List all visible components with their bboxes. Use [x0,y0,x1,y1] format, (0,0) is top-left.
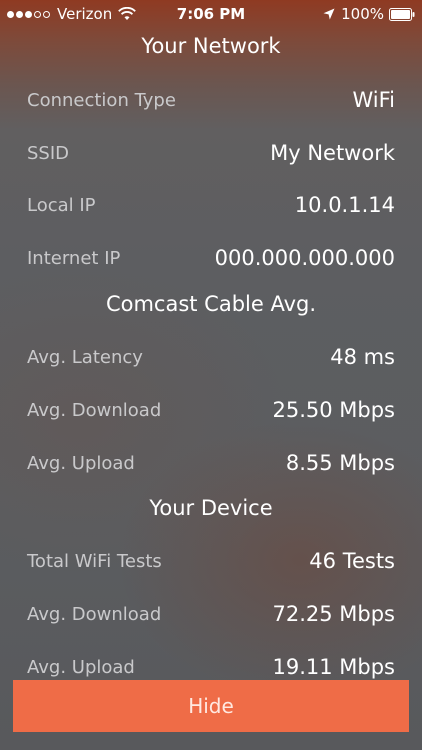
row-label: Avg. Download [27,603,162,625]
row-value: 72.25 Mbps [272,602,395,626]
row-value: 000.000.000.000 [214,246,395,270]
row-label: Avg. Upload [27,452,135,474]
row-label: Internet IP [27,247,121,269]
row-label: Connection Type [27,89,176,111]
row-label: Local IP [27,194,96,216]
row-label: Avg. Upload [27,656,135,678]
row-value: 10.0.1.14 [294,193,395,217]
network-info-screen: Verizon 7:06 PM 100% Your Network Connec… [0,0,422,750]
row-label: SSID [27,142,70,164]
row-value: 19.11 Mbps [272,655,395,679]
row-local-ip: Local IP 10.0.1.14 [27,189,395,221]
row-value: My Network [270,141,395,165]
row-device-download: Avg. Download 72.25 Mbps [27,598,395,630]
row-comcast-download: Avg. Download 25.50 Mbps [27,394,395,426]
row-value: 48 ms [330,345,395,369]
row-internet-ip: Internet IP 000.000.000.000 [27,242,395,274]
row-label: Avg. Download [27,399,162,421]
section-title-your-device: Your Device [149,496,273,520]
hide-button-label: Hide [188,694,234,718]
row-value: WiFi [352,88,395,112]
location-arrow-icon [323,8,335,20]
row-label: Total WiFi Tests [27,550,162,572]
status-right-group: 100% [323,5,415,23]
status-bar: Verizon 7:06 PM 100% [0,0,422,28]
row-comcast-upload: Avg. Upload 8.55 Mbps [27,447,395,479]
row-value: 25.50 Mbps [272,398,395,422]
section-title-comcast-avg: Comcast Cable Avg. [105,292,317,316]
battery-percentage: 100% [341,5,384,23]
row-comcast-latency: Avg. Latency 48 ms [27,341,395,373]
row-label: Avg. Latency [27,346,143,368]
section-title-your-network: Your Network [141,34,281,58]
battery-icon [389,7,415,21]
row-value: 8.55 Mbps [285,451,395,475]
row-device-tests: Total WiFi Tests 46 Tests [27,545,395,577]
row-connection-type: Connection Type WiFi [27,84,395,116]
row-ssid: SSID My Network [27,137,395,169]
row-device-upload: Avg. Upload 19.11 Mbps [27,651,395,683]
row-value: 46 Tests [309,549,395,573]
hide-button[interactable]: Hide [13,680,409,732]
